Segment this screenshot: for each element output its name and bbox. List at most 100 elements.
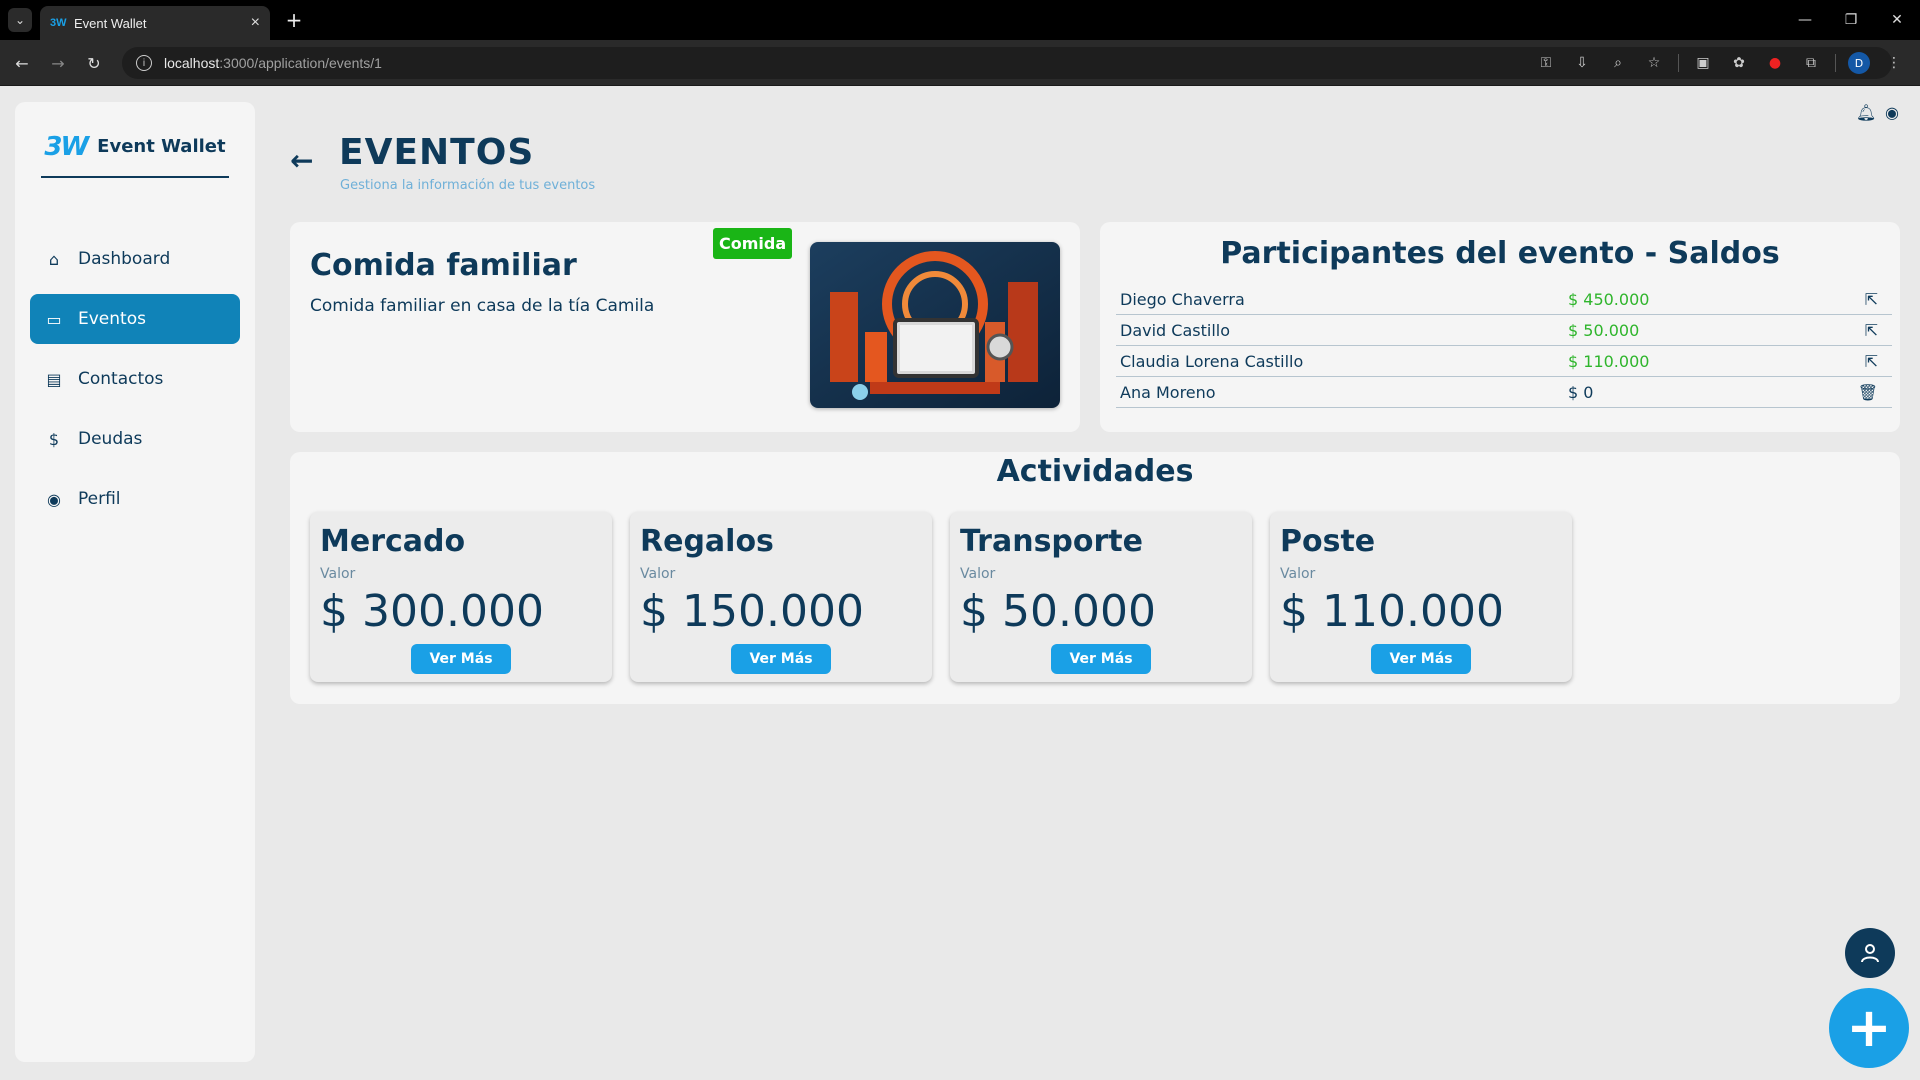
- browser-tab[interactable]: 3W Event Wallet ×: [40, 6, 270, 40]
- activity-name: Mercado: [320, 524, 466, 559]
- tab-title: Event Wallet: [74, 15, 147, 31]
- extensions-puzzle-icon[interactable]: ⧉: [1799, 51, 1823, 75]
- tab-search-button[interactable]: ⌄: [8, 8, 32, 32]
- topbar-icons: 🔔︎ ◉: [1856, 102, 1902, 122]
- profile-avatar[interactable]: D: [1848, 52, 1870, 74]
- activity-value-label: Valor: [960, 566, 996, 582]
- sidebar-item-contactos[interactable]: ▤ Contactos: [30, 354, 240, 404]
- participant-name: Ana Moreno: [1120, 382, 1216, 402]
- participant-name: David Castillo: [1120, 320, 1230, 340]
- ver-mas-button[interactable]: Ver Más: [411, 644, 511, 674]
- event-description: Comida familiar en casa de la tía Camila: [310, 296, 655, 316]
- sidebar-item-label: Perfil: [78, 489, 121, 509]
- activity-card: Regalos Valor $ 150.000 Ver Más: [630, 512, 932, 682]
- participant-row: Claudia Lorena Castillo $ 110.000 ⇱: [1116, 346, 1892, 377]
- ver-mas-button[interactable]: Ver Más: [731, 644, 831, 674]
- activity-name: Regalos: [640, 524, 774, 559]
- sidebar-item-label: Deudas: [78, 429, 143, 449]
- page-subtitle: Gestiona la información de tus eventos: [340, 178, 596, 193]
- sidebar-item-deudas[interactable]: $ Deudas: [30, 414, 240, 464]
- money-icon: $: [48, 429, 60, 449]
- participant-balance: $ 50.000: [1568, 320, 1640, 340]
- restore-button[interactable]: ❐: [1828, 0, 1874, 40]
- home-icon: ⌂: [48, 249, 60, 269]
- zoom-icon[interactable]: ⌕: [1606, 51, 1630, 75]
- participant-balance: $ 110.000: [1568, 351, 1650, 371]
- browser-toolbar: ← → ↻ i localhost:3000/application/event…: [0, 40, 1920, 86]
- trash-icon[interactable]: 🗑︎: [1858, 383, 1878, 402]
- extension-red-icon[interactable]: ●: [1763, 51, 1787, 75]
- back-icon[interactable]: ←: [10, 51, 34, 75]
- activity-value: $ 300.000: [320, 586, 544, 637]
- activity-value: $ 150.000: [640, 586, 864, 637]
- event-name: Comida familiar: [310, 248, 577, 283]
- user-circle-icon: ◉: [47, 489, 61, 509]
- page-title: EVENTOS: [339, 132, 535, 173]
- open-icon[interactable]: ⇱: [1865, 352, 1878, 371]
- participant-balance: $ 450.000: [1568, 289, 1650, 309]
- install-app-icon[interactable]: ⇩: [1570, 51, 1594, 75]
- bell-icon[interactable]: 🔔︎: [1856, 102, 1876, 122]
- sidebar-item-label: Eventos: [78, 309, 146, 329]
- url-text[interactable]: localhost:3000/application/events/1: [164, 55, 382, 71]
- activity-name: Transporte: [960, 524, 1143, 559]
- participant-balance: $ 0: [1568, 382, 1594, 402]
- menu-kebab-icon[interactable]: ⋮: [1882, 51, 1906, 75]
- activity-value: $ 110.000: [1280, 586, 1504, 637]
- sidebar-item-perfil[interactable]: ◉ Perfil: [30, 474, 240, 524]
- plus-icon: +: [1846, 996, 1892, 1059]
- participants-title: Participantes del evento - Saldos: [1220, 236, 1780, 271]
- reload-icon[interactable]: ↻: [82, 51, 106, 75]
- bookmark-star-icon[interactable]: ☆: [1642, 51, 1666, 75]
- participant-row: David Castillo $ 50.000 ⇱: [1116, 315, 1892, 346]
- tab-favicon-icon: 3W: [50, 17, 67, 29]
- activity-card: Poste Valor $ 110.000 Ver Más: [1270, 512, 1572, 682]
- ver-mas-button[interactable]: Ver Más: [1371, 644, 1471, 674]
- participant-row: Ana Moreno $ 0 🗑︎: [1116, 377, 1892, 408]
- activity-card: Transporte Valor $ 50.000 Ver Más: [950, 512, 1252, 682]
- minimize-button[interactable]: —: [1782, 0, 1828, 40]
- participant-row: Diego Chaverra $ 450.000 ⇱: [1116, 284, 1892, 315]
- activity-name: Poste: [1280, 524, 1376, 559]
- browser-tab-strip: ⌄ 3W Event Wallet × + — ❐ ✕: [0, 0, 1920, 40]
- close-window-button[interactable]: ✕: [1874, 0, 1920, 40]
- sidebar: 3W Event Wallet ⌂ Dashboard ▭ Eventos ▤ …: [15, 102, 255, 1062]
- extension-notion-icon[interactable]: ▣: [1691, 51, 1715, 75]
- brand[interactable]: 3W Event Wallet: [41, 128, 229, 178]
- site-info-icon[interactable]: i: [136, 55, 152, 71]
- activities-title: Actividades: [996, 454, 1194, 489]
- activities-card: Actividades Mercado Valor $ 300.000 Ver …: [290, 452, 1900, 704]
- sidebar-item-eventos[interactable]: ▭ Eventos: [30, 294, 240, 344]
- activity-value-label: Valor: [320, 566, 356, 582]
- tab-close-icon[interactable]: ×: [251, 14, 260, 32]
- new-tab-button[interactable]: +: [282, 8, 306, 32]
- participant-name: Claudia Lorena Castillo: [1120, 351, 1304, 371]
- toolbar-divider: [1678, 54, 1679, 72]
- sidebar-item-label: Contactos: [78, 369, 164, 389]
- event-card: Comida familiar Comida familiar en casa …: [290, 222, 1080, 432]
- activity-card: Mercado Valor $ 300.000 Ver Más: [310, 512, 612, 682]
- ver-mas-button[interactable]: Ver Más: [1051, 644, 1151, 674]
- open-icon[interactable]: ⇱: [1865, 321, 1878, 340]
- event-category-badge: Comida: [713, 228, 793, 259]
- event-illustration: [810, 242, 1060, 408]
- contacts-icon: ▤: [46, 369, 62, 389]
- activity-value: $ 50.000: [960, 586, 1156, 637]
- add-activity-button[interactable]: +: [1829, 988, 1909, 1068]
- brand-logo-icon: 3W: [44, 132, 89, 162]
- forward-icon[interactable]: →: [46, 51, 70, 75]
- event-image: [810, 242, 1060, 408]
- open-icon[interactable]: ⇱: [1865, 290, 1878, 309]
- window-controls: — ❐ ✕: [1782, 0, 1920, 40]
- password-key-icon[interactable]: ⚿: [1534, 51, 1558, 75]
- activity-value-label: Valor: [1280, 566, 1316, 582]
- account-icon[interactable]: ◉: [1882, 102, 1902, 122]
- sidebar-item-dashboard[interactable]: ⌂ Dashboard: [30, 234, 240, 284]
- back-arrow-icon[interactable]: ←: [290, 144, 313, 177]
- extension-openai-icon[interactable]: ✿: [1727, 51, 1751, 75]
- toolbar-icons: ⚿ ⇩ ⌕ ☆ ▣ ✿ ● ⧉ D ⋮: [1534, 51, 1906, 75]
- sidebar-item-label: Dashboard: [78, 249, 171, 269]
- add-participant-button[interactable]: [1845, 928, 1895, 978]
- calendar-icon: ▭: [46, 309, 62, 329]
- brand-name: Event Wallet: [97, 136, 226, 157]
